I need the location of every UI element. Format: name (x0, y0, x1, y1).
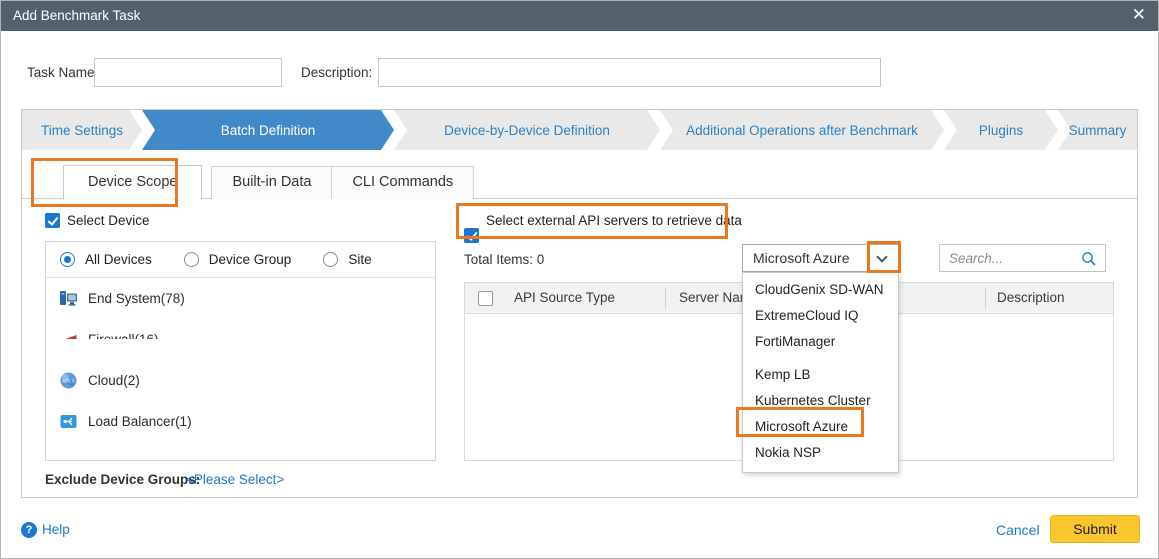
option-kemp-lb[interactable]: Kemp LB (743, 362, 898, 388)
radio-all-devices[interactable] (60, 252, 75, 267)
cloud-icon: MPLS (59, 371, 78, 390)
close-icon[interactable]: ✕ (1132, 1, 1146, 31)
firewall-icon (59, 330, 78, 349)
device-label: End System(78) (88, 291, 185, 306)
device-label: Firewall(16) (88, 332, 159, 347)
load-balancer-icon (59, 412, 78, 431)
exclude-device-groups-label: Exclude Device Groups: (45, 472, 200, 487)
svg-text:MPLS: MPLS (62, 378, 74, 383)
wizard-steps: Time Settings Batch Definition Device-by… (22, 110, 1137, 150)
column-divider (985, 288, 986, 309)
help-icon[interactable]: ? (21, 522, 37, 538)
external-api-checkbox[interactable] (464, 228, 479, 243)
select-device-label: Select Device (67, 213, 150, 228)
radio-site-label: Site (348, 252, 371, 267)
option-cloudgenix-sd-wan[interactable]: CloudGenix SD-WAN (743, 277, 898, 303)
wizard-step-batch-definition[interactable]: Batch Definition (142, 110, 394, 150)
dialog-titlebar (1, 1, 1158, 31)
list-item-cloud[interactable]: MPLS Cloud(2) (45, 366, 436, 394)
device-label: Cloud(2) (88, 373, 140, 388)
cancel-button[interactable]: Cancel (996, 522, 1040, 538)
tabbar: Device Scope Built-in Data CLI Commands (63, 164, 474, 199)
search-box (939, 244, 1106, 272)
device-filter-radios: All Devices Device Group Site (45, 241, 436, 278)
list-item-end-system[interactable]: End System(78) (45, 284, 436, 312)
option-microsoft-azure[interactable]: Microsoft Azure (743, 414, 898, 440)
total-items-text: Total Items: 0 (464, 252, 544, 267)
device-label: Load Balancer(1) (88, 414, 192, 429)
dialog-title: Add Benchmark Task (13, 1, 140, 31)
server-type-select-value: Microsoft Azure (753, 245, 849, 271)
radio-all-devices-label: All Devices (85, 252, 152, 267)
description-input[interactable] (378, 58, 881, 87)
add-benchmark-task-dialog: Add Benchmark Task ✕ Task Name: Descript… (0, 0, 1159, 559)
wizard-step-summary[interactable]: Summary (1058, 110, 1137, 150)
column-divider (665, 288, 666, 309)
option-fortimanager[interactable]: FortiManager (743, 329, 898, 355)
end-system-icon (59, 289, 78, 308)
server-type-dropdown-list: CloudGenix SD-WAN ExtremeCloud IQ FortiM… (742, 272, 899, 473)
option-kubernetes-cluster[interactable]: Kubernetes Cluster (743, 388, 898, 414)
exclude-device-groups-link[interactable]: <Please Select> (186, 472, 284, 487)
tab-device-scope[interactable]: Device Scope (63, 165, 202, 200)
tab-cli-commands[interactable]: CLI Commands (331, 166, 474, 199)
option-nokia-nsp[interactable]: Nokia NSP (743, 440, 898, 466)
help-link[interactable]: Help (42, 522, 70, 537)
external-api-label: Select external API servers to retrieve … (486, 213, 742, 228)
option-extremecloud-iq[interactable]: ExtremeCloud IQ (743, 303, 898, 329)
list-item-firewall[interactable]: Firewall(16) (45, 325, 436, 353)
server-type-select[interactable]: Microsoft Azure (742, 244, 899, 272)
device-type-list: End System(78) Firewall(16) MPLS Cloud(2… (45, 284, 436, 448)
task-name-input[interactable] (94, 58, 282, 87)
description-label: Description: (301, 58, 372, 87)
tab-built-in-data[interactable]: Built-in Data (211, 166, 332, 199)
task-name-label: Task Name: (27, 58, 98, 87)
wizard-step-plugins[interactable]: Plugins (944, 110, 1058, 150)
chevron-down-icon[interactable] (876, 251, 887, 262)
select-all-checkbox[interactable] (478, 291, 493, 306)
radio-site[interactable] (323, 252, 338, 267)
radio-device-group-label: Device Group (209, 252, 292, 267)
col-description: Description (997, 283, 1065, 313)
wizard-step-device-by-device[interactable]: Device-by-Device Definition (394, 110, 660, 150)
radio-device-group[interactable] (184, 252, 199, 267)
select-device-checkbox[interactable] (45, 213, 60, 228)
wizard-step-additional-operations[interactable]: Additional Operations after Benchmark (660, 110, 944, 150)
search-icon[interactable] (1081, 251, 1097, 267)
submit-button[interactable]: Submit (1050, 515, 1140, 543)
col-api-source-type: API Source Type (514, 283, 615, 313)
wizard-step-time-settings[interactable]: Time Settings (22, 110, 142, 150)
list-item-load-balancer[interactable]: Load Balancer(1) (45, 407, 436, 435)
